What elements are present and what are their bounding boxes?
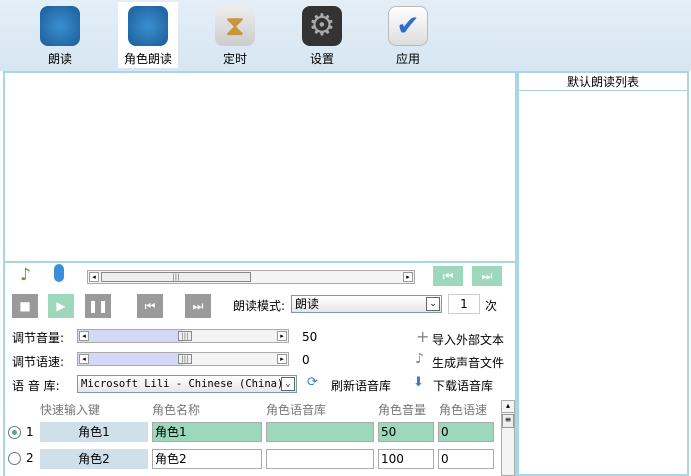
role-name-input[interactable]: 角色1 [152, 422, 262, 442]
shortcut-key[interactable]: 角色1 [40, 422, 148, 442]
mode-select[interactable]: 朗读 ⌄ [291, 295, 442, 313]
table-scrollbar[interactable]: ▴ ≡ [501, 400, 515, 476]
speed-label: 调节语速: [12, 355, 65, 369]
role-library-input[interactable] [266, 422, 374, 442]
next-button[interactable]: ⏭ [185, 294, 211, 318]
tool-timer[interactable]: ⧗ 定时 [205, 2, 265, 68]
tool-read[interactable]: 朗读 [30, 2, 90, 68]
text-editor[interactable] [3, 71, 517, 263]
speed-slider[interactable]: ◂ ||| ▸ [77, 352, 289, 366]
hourglass-icon: ⧗ [215, 6, 255, 46]
toolbar: 朗读 角色朗读 ⧗ 定时 ⚙ 设置 ✔ 应用 [0, 0, 691, 71]
play-button[interactable]: ▶ [48, 294, 74, 318]
column-header: 角色语音库 [266, 403, 327, 417]
speed-value: 0 [302, 353, 310, 367]
tool-apply[interactable]: ✔ 应用 [378, 2, 438, 68]
role-library-input[interactable] [266, 449, 374, 469]
row-index: 2 [26, 451, 34, 465]
shortcut-key[interactable]: 角色2 [40, 449, 148, 469]
voice-select[interactable]: Microsoft Lili - Chinese (China) ⌄ [77, 375, 297, 393]
role-name-input[interactable]: 角色2 [152, 449, 262, 469]
gear-icon: ⚙ [302, 6, 342, 46]
row-radio[interactable] [8, 452, 21, 465]
download-icon[interactable]: ⬇ [413, 375, 424, 390]
list-title: 默认朗读列表 [519, 73, 687, 91]
person-icon [40, 6, 80, 46]
pause-button[interactable]: ❚❚ [85, 294, 111, 318]
column-header: 快速输入键 [40, 403, 101, 417]
prev-track-button[interactable]: ⏮ [433, 266, 463, 286]
voice-label: 语 音 库: [12, 379, 60, 393]
volume-label: 调节音量: [12, 331, 65, 345]
chevron-down-icon: ⌄ [281, 377, 295, 391]
mode-label: 朗读模式: [233, 299, 286, 313]
checkmark-icon: ✔ [388, 6, 428, 46]
download-voice-button[interactable]: 下载语音库 [433, 377, 493, 394]
row-index: 1 [26, 425, 34, 439]
role-speed-input[interactable]: 0 [438, 449, 494, 469]
role-volume-input[interactable]: 50 [378, 422, 434, 442]
repeat-unit: 次 [485, 299, 498, 313]
role-speed-input[interactable]: 0 [438, 422, 494, 442]
volume-slider[interactable]: ◂ ||| ▸ [77, 329, 289, 343]
column-header: 角色音量 [378, 403, 427, 417]
role-volume-input[interactable]: 100 [378, 449, 434, 469]
stop-button[interactable]: ■ [12, 294, 38, 318]
row-radio[interactable] [8, 426, 21, 439]
default-read-list[interactable]: 默认朗读列表 [517, 71, 689, 476]
refresh-voice-button[interactable]: 刷新语音库 [331, 377, 391, 394]
next-track-button[interactable]: ⏭ [472, 266, 502, 286]
microphone-icon[interactable] [54, 264, 64, 282]
group-icon [128, 6, 168, 46]
progress-scrollbar[interactable]: ◂ ||| ▸ [87, 270, 415, 284]
column-header: 角色语速 [439, 403, 488, 417]
previous-button[interactable]: ⏮ [137, 294, 163, 318]
generate-audio-button[interactable]: 生成声音文件 [432, 354, 504, 371]
import-text-button[interactable]: 导入外部文本 [432, 331, 504, 348]
refresh-icon[interactable]: ⟳ [307, 375, 318, 390]
volume-value: 50 [302, 330, 318, 344]
column-header: 角色名称 [152, 403, 201, 417]
chevron-down-icon: ⌄ [426, 297, 440, 311]
sound-icon: ♪ [415, 351, 424, 367]
plus-icon: + [416, 327, 430, 346]
repeat-count-input[interactable]: 1 [448, 294, 480, 314]
tool-settings[interactable]: ⚙ 设置 [292, 2, 352, 68]
tool-role-read[interactable]: 角色朗读 [118, 2, 178, 68]
music-note-icon[interactable]: ♪ [20, 265, 31, 285]
